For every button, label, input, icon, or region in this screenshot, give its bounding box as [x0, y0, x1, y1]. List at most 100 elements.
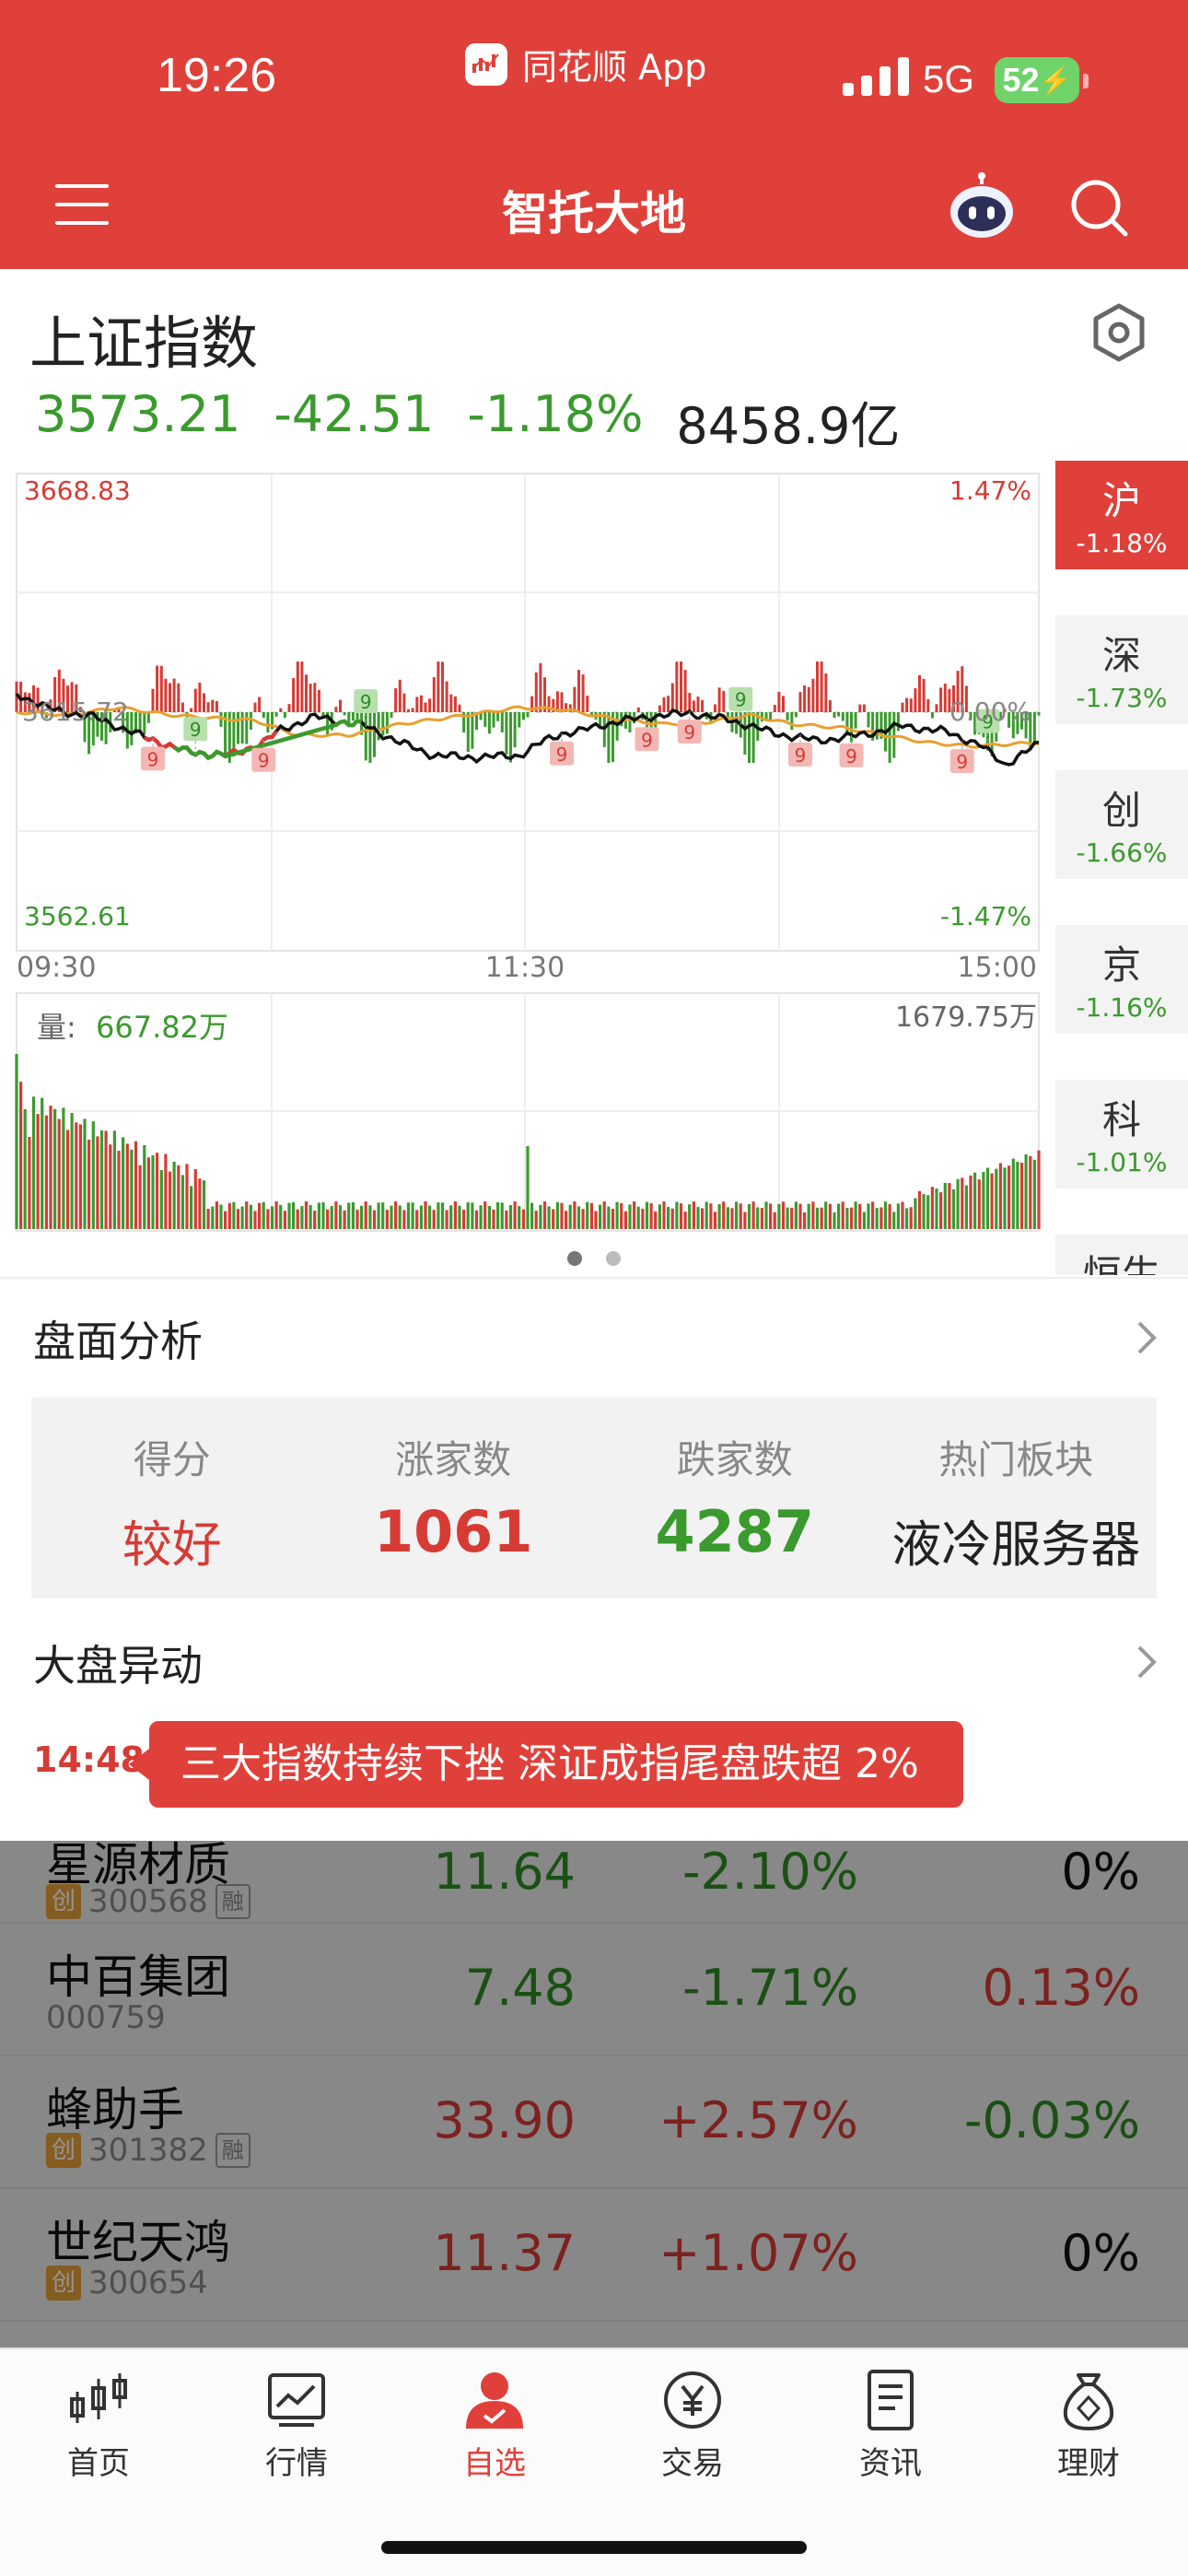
rise-fall-bar	[914, 688, 917, 712]
volume-bar	[270, 1206, 274, 1229]
nav-market[interactable]: 行情	[223, 2368, 370, 2483]
volume-bar	[453, 1201, 457, 1229]
stat-value: 4287	[655, 1498, 815, 1565]
home-indicator[interactable]	[381, 2541, 807, 2554]
nav-label: 交易	[661, 2445, 724, 2482]
tab-sh-index[interactable]: 沪 -1.18%	[1055, 461, 1188, 569]
status-time: 19:26	[157, 49, 277, 102]
price-high-label: 3668.83	[24, 475, 131, 506]
volume-bar	[1029, 1155, 1032, 1229]
rise-fall-bar	[794, 712, 798, 718]
chevron-right-icon[interactable]	[1135, 1644, 1159, 1680]
nav-label: 自选	[463, 2445, 526, 2482]
rise-fall-bar	[258, 697, 262, 712]
volume-bar	[611, 1209, 615, 1229]
volume-bar	[769, 1203, 773, 1229]
nav-trade[interactable]: 交易	[619, 2368, 766, 2483]
rise-fall-bar	[670, 683, 674, 712]
rise-fall-bar	[500, 712, 504, 732]
rise-fall-bar	[854, 712, 857, 729]
volume-bar	[995, 1168, 998, 1229]
volume-bar	[901, 1201, 904, 1229]
rise-fall-bar	[203, 693, 205, 712]
volume-bar	[96, 1136, 99, 1229]
volume-bar	[794, 1201, 798, 1229]
rise-fall-bar	[146, 712, 150, 723]
back-to-app[interactable]: 同花顺 App	[465, 39, 706, 89]
rise-fall-bar	[803, 685, 807, 712]
nav-news[interactable]: 资讯	[817, 2368, 964, 2483]
volume-bar	[560, 1202, 564, 1229]
movement-alert[interactable]: 三大指数持续下挫 深证成指尾盘跌超 2%	[129, 1721, 963, 1808]
nav-label: 理财	[1057, 2445, 1120, 2482]
robot-assistant-icon[interactable]	[947, 171, 1017, 241]
nav-watchlist[interactable]: 自选	[421, 2368, 568, 2483]
volume-bar	[471, 1202, 474, 1229]
intraday-chart[interactable]: 999999 999 9 99 3668.83 3615.72 3562.61 1.4…	[0, 468, 1050, 1233]
volume-bar	[909, 1207, 913, 1229]
volume-bar	[198, 1178, 202, 1229]
tab-star-index[interactable]: 科 -1.01%	[1055, 1080, 1188, 1188]
volume-bar	[760, 1208, 763, 1229]
nine-marker-label: 9	[556, 744, 568, 766]
tab-pct: -1.73%	[1076, 683, 1168, 713]
rise-fall-bar	[680, 662, 682, 712]
rise-fall-bar	[922, 678, 926, 712]
nav-home[interactable]: 首页	[25, 2368, 172, 2483]
tab-bj-index[interactable]: 京 -1.16%	[1055, 925, 1188, 1034]
analysis-title[interactable]: 盘面分析	[33, 1308, 203, 1369]
volume-bar	[982, 1172, 985, 1229]
volume-bar	[236, 1209, 240, 1229]
rise-fall-bar	[696, 697, 700, 712]
volume-bar	[377, 1202, 380, 1229]
volume-bar	[539, 1204, 542, 1229]
rise-fall-bar	[292, 678, 296, 712]
rise-fall-bar	[390, 712, 393, 718]
volume-bar	[317, 1202, 320, 1229]
tab-pct: -1.16%	[1076, 992, 1168, 1023]
rise-fall-bar	[300, 662, 304, 712]
rise-fall-bar	[837, 712, 841, 717]
rise-fall-bar	[862, 704, 866, 712]
volume-bar	[998, 1163, 1002, 1229]
tab-name: 科	[1101, 1097, 1141, 1142]
movement-title[interactable]: 大盘异动	[33, 1633, 203, 1693]
volume-bar	[956, 1178, 960, 1229]
volume-bar	[867, 1203, 870, 1229]
rise-fall-bar	[394, 688, 398, 712]
index-turnover: 8458.9亿	[676, 397, 901, 455]
volume-bar	[803, 1212, 807, 1229]
top-bar: 19:26 同花顺 App 5G 52 ⚡ 智托大地	[0, 0, 1188, 269]
tab-sz-index[interactable]: 深 -1.73%	[1055, 615, 1188, 724]
tab-chinext-index[interactable]: 创 -1.66%	[1055, 770, 1188, 879]
search-icon[interactable]	[1068, 177, 1129, 238]
nav-wealth[interactable]: 理财	[1015, 2368, 1162, 2483]
volume-bar	[542, 1201, 547, 1229]
rise-fall-bar	[505, 712, 508, 755]
volume-bar	[862, 1212, 866, 1229]
rise-fall-bar	[909, 698, 913, 712]
stat-hot-sector: 热门板块 液冷服务器	[876, 1398, 1158, 1598]
battery-indicator: 52 ⚡	[995, 57, 1089, 103]
volume-bar	[206, 1209, 210, 1229]
volume-bar	[1007, 1165, 1011, 1229]
volume-bar	[219, 1204, 223, 1229]
chevron-right-icon[interactable]	[1135, 1319, 1159, 1356]
watchlist-dim-overlay	[0, 1841, 1188, 2348]
volume-bar	[258, 1202, 262, 1229]
rise-fall-bar	[193, 688, 197, 712]
market-stats-card[interactable]: 得分 较好 涨家数 1061 跌家数 4287 热门板块 液冷服务器	[31, 1398, 1157, 1598]
volume-bar	[185, 1164, 189, 1229]
volume-bar	[615, 1201, 619, 1229]
volume-bar	[1037, 1150, 1041, 1229]
rise-fall-bar	[181, 702, 184, 712]
volume-bar	[790, 1207, 794, 1229]
volume-bar	[973, 1172, 977, 1229]
volume-bar	[594, 1211, 598, 1229]
volume-bar	[990, 1173, 994, 1229]
volume-bar	[65, 1130, 70, 1229]
settings-hexagon-icon[interactable]	[1087, 300, 1151, 365]
index-name[interactable]: 上证指数	[29, 297, 258, 380]
volume-bar	[360, 1205, 364, 1229]
rise-fall-bar	[692, 700, 695, 712]
